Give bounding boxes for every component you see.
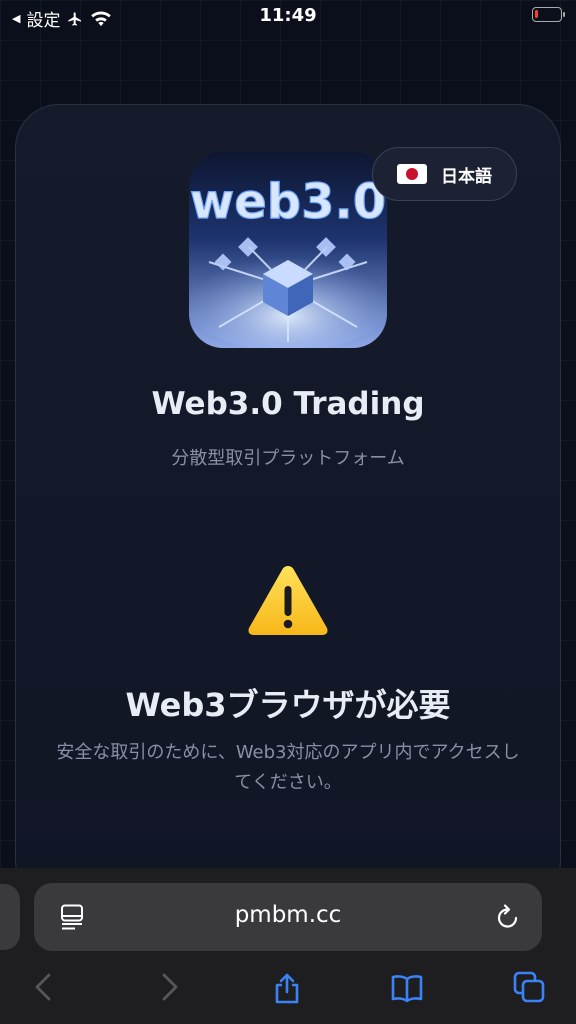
battery-level [535, 10, 538, 18]
bookmarks-icon[interactable] [390, 970, 424, 1004]
back-icon[interactable] [27, 970, 61, 1004]
japan-flag-icon [397, 164, 427, 184]
logo-text: web3.0 [190, 174, 386, 230]
forward-icon[interactable] [152, 970, 186, 1004]
battery-icon [532, 7, 565, 22]
status-time: 11:49 [259, 5, 317, 26]
app-title: Web3.0 Trading [151, 386, 425, 422]
app-subtitle: 分散型取引プラットフォーム [171, 448, 405, 469]
share-icon[interactable] [270, 970, 304, 1004]
language-label: 日本語 [441, 166, 492, 187]
warning-description: 安全な取引のために、Web3対応のアプリ内でアクセスしてください。 [56, 742, 520, 793]
url-text[interactable]: pmbm.cc [0, 902, 576, 928]
warning-icon [248, 566, 328, 635]
language-button[interactable]: 日本語 [372, 147, 517, 201]
status-bar: ◀ 設定 11:49 [0, 0, 576, 34]
app-logo: web3.0 [189, 152, 387, 348]
warning-heading: Web3ブラウザが必要 [125, 686, 451, 724]
reload-icon[interactable] [494, 903, 522, 931]
tabs-icon[interactable] [512, 970, 546, 1004]
